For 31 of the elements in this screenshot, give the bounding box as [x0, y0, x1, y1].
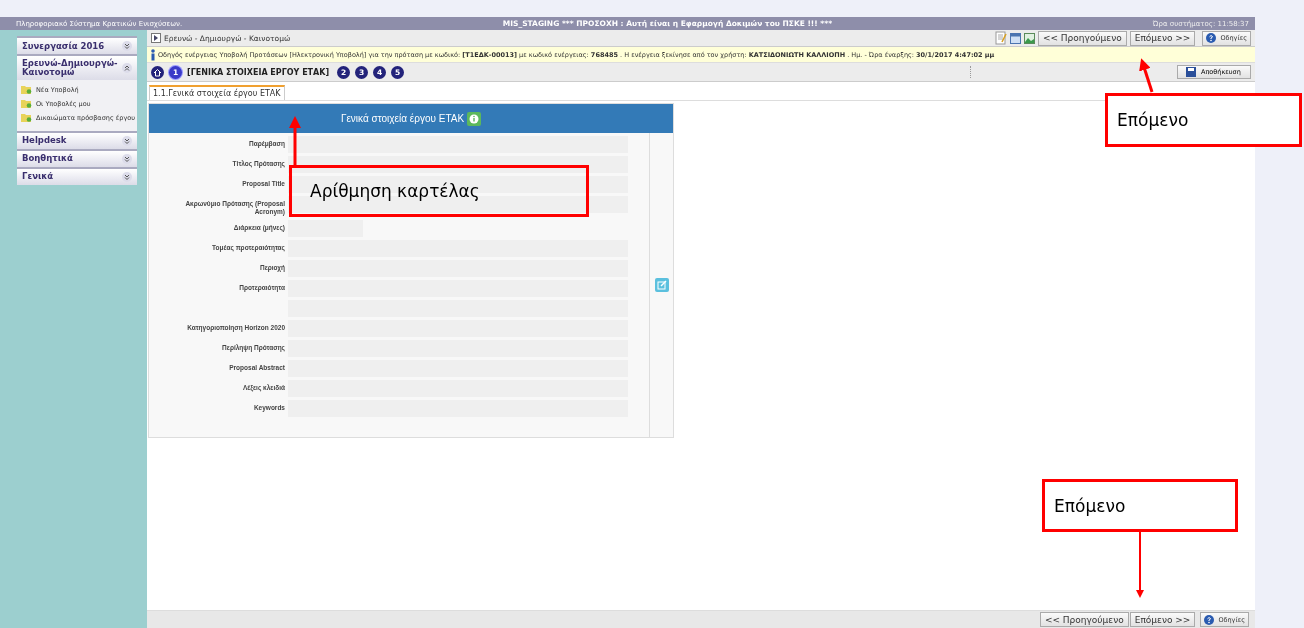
chevron-icon: [122, 171, 132, 182]
navigate-icon: [151, 33, 161, 43]
edit-icon[interactable]: [654, 278, 669, 292]
input-field[interactable]: [288, 136, 628, 153]
help-icon: [1204, 614, 1215, 625]
folder-icon: [21, 113, 32, 123]
folder-icon: [21, 99, 32, 109]
panel-title: Γενικά στοιχεία έργου ΕΤΑΚ: [340, 113, 465, 124]
next-button[interactable]: Επόμενο >>: [1129, 30, 1196, 46]
callout-text: Αρίθμηση καρτέλας: [310, 181, 480, 201]
home-icon[interactable]: [151, 65, 164, 79]
step-label: [ΓΕΝΙΚΑ ΣΤΟΙΧΕΙΑ ΕΡΓΟΥ ΕΤΑΚ]: [187, 67, 330, 77]
callout-text: Επόμενο: [1054, 496, 1126, 516]
calendar-icon[interactable]: [1009, 32, 1021, 44]
chevron-icon: [122, 153, 132, 164]
info-icon[interactable]: [467, 111, 482, 126]
chevron-icon: [122, 41, 132, 51]
help-icon: [1206, 33, 1217, 43]
notepad-icon[interactable]: [994, 31, 1007, 45]
callout-text: Επόμενο: [1117, 110, 1189, 130]
chevron-icon: [122, 62, 132, 73]
image-icon[interactable]: [1023, 32, 1035, 44]
chevron-icon: [122, 135, 132, 146]
tab[interactable]: 1.1.Γενικά στοιχεία έργου ΕΤΑΚ: [149, 85, 285, 100]
sidebar-section-header[interactable]: Συνεργασία 2016: [17, 36, 137, 54]
folder-icon: [21, 85, 32, 95]
previous-button[interactable]: << Προηγούμενο: [1039, 612, 1129, 627]
next-button[interactable]: Επόμενο >>: [1129, 612, 1196, 627]
previous-button[interactable]: << Προηγούμενο: [1037, 30, 1127, 46]
sidebar-section-header[interactable]: Ερευνώ-Δημιουργώ-Καινοτομώ: [17, 54, 137, 80]
info-icon: [149, 48, 157, 61]
